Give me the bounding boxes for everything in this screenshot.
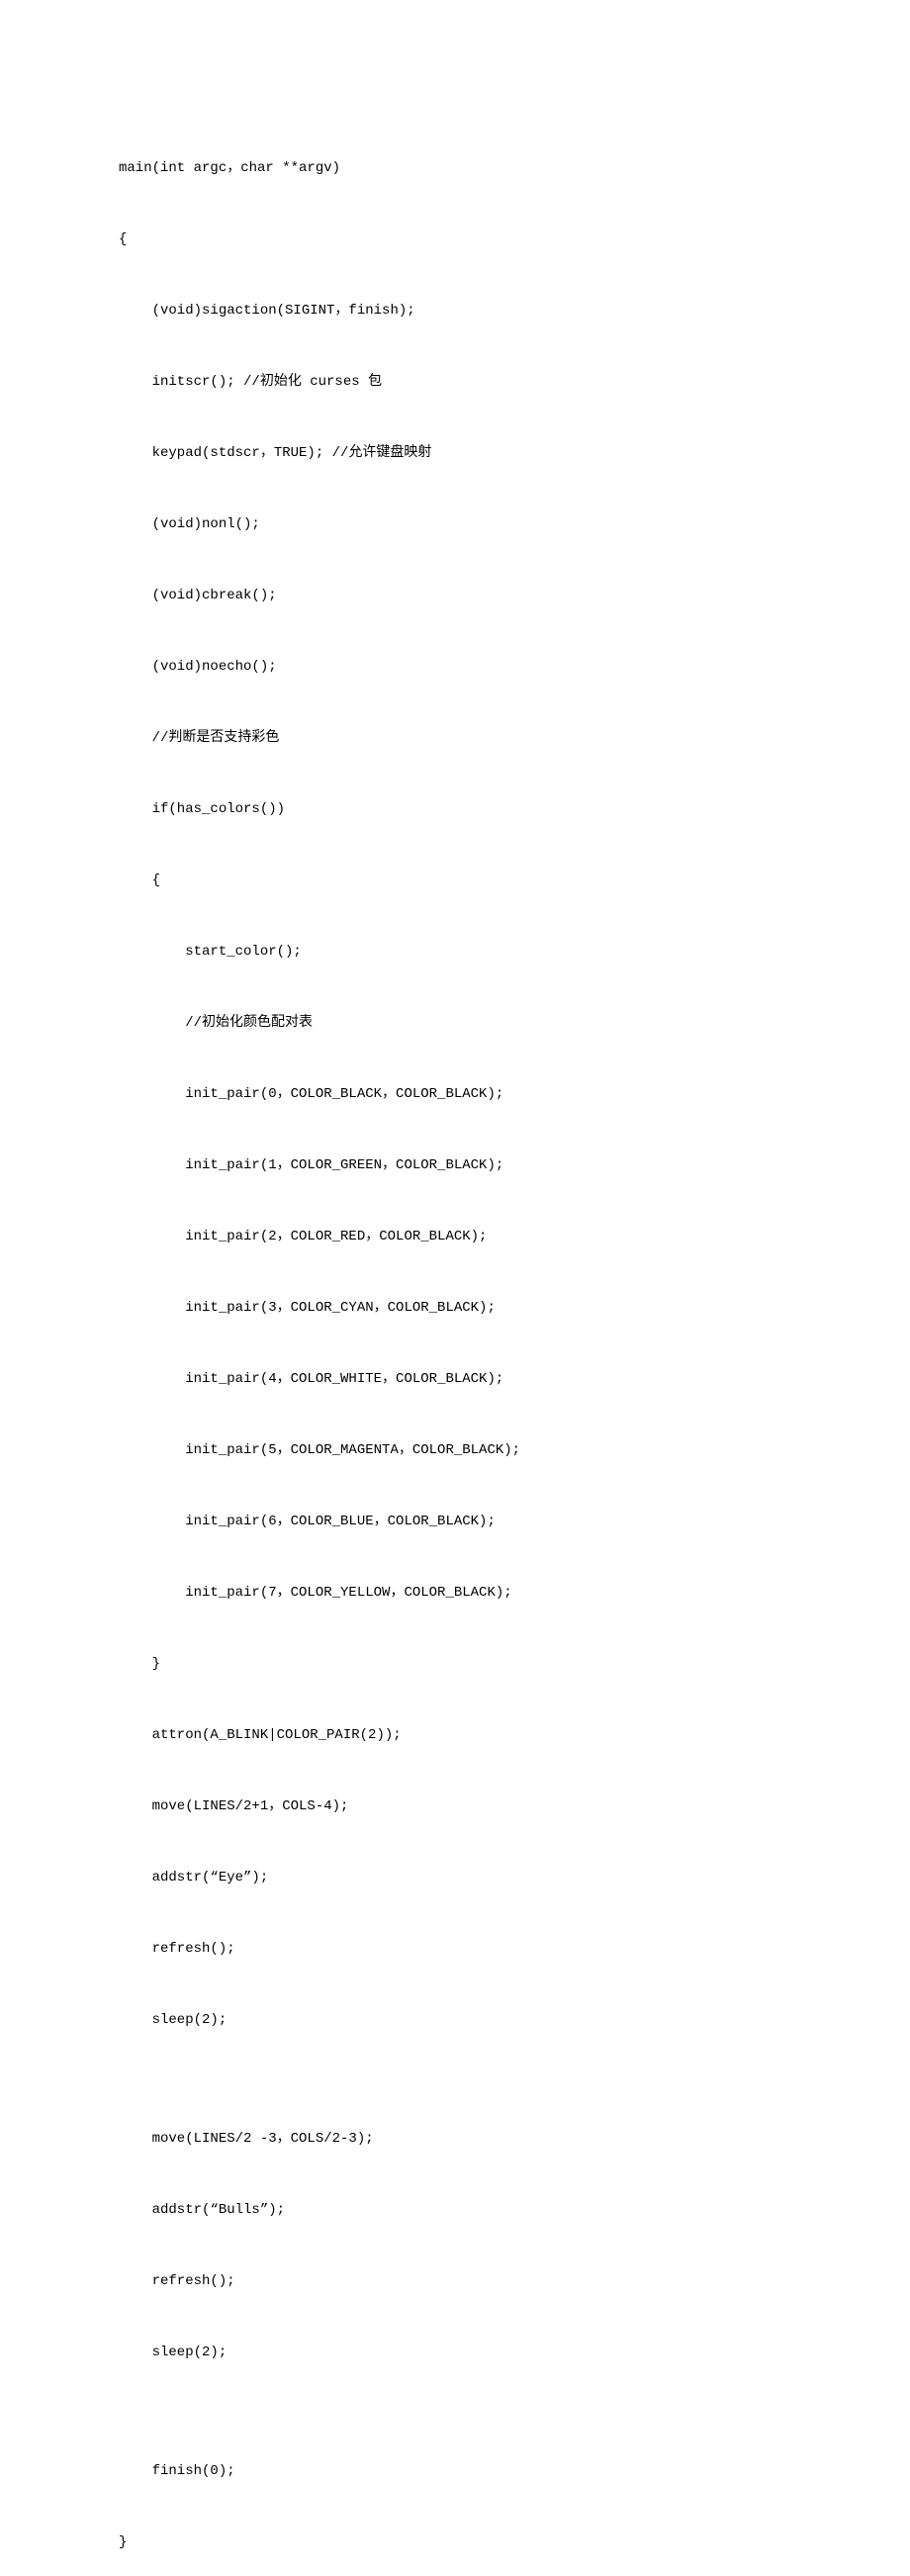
code-line: initscr(); //初始化 curses 包 [119,370,791,394]
code-line: move(LINES/2 -3，COLS/2-3); [119,2127,791,2151]
code-line: //初始化颜色配对表 [119,1011,791,1035]
code-line: sleep(2); [119,2008,791,2032]
code-line: } [119,1652,791,1676]
code-line: sleep(2); [119,2341,791,2364]
code-line: { [119,228,791,251]
code-line: attron(A_BLINK|COLOR_PAIR(2)); [119,1723,791,1747]
code-line: //判断是否支持彩色 [119,726,791,750]
code-line: init_pair(4，COLOR_WHITE，COLOR_BLACK); [119,1367,791,1391]
code-line: init_pair(5，COLOR_MAGENTA，COLOR_BLACK); [119,1438,791,1462]
code-line: } [119,2530,791,2554]
code-line: main(int argc，char **argv) [119,156,791,180]
code-line: init_pair(0，COLOR_BLACK，COLOR_BLACK); [119,1082,791,1106]
code-line: (void)nonl(); [119,512,791,536]
code-line: init_pair(2，COLOR_RED，COLOR_BLACK); [119,1225,791,1248]
code-line: finish(0); [119,2459,791,2483]
code-line: start_color(); [119,940,791,964]
code-line: if(has_colors()) [119,797,791,821]
code-line: init_pair(7，COLOR_YELLOW，COLOR_BLACK); [119,1581,791,1605]
code-line: addstr(“Bulls”); [119,2198,791,2222]
code-line: refresh(); [119,1937,791,1961]
code-line: keypad(stdscr，TRUE); //允许键盘映射 [119,441,791,465]
code-line: (void)cbreak(); [119,584,791,607]
code-line: addstr(“Eye”); [119,1866,791,1889]
code-line: init_pair(3，COLOR_CYAN，COLOR_BLACK); [119,1296,791,1320]
code-line: init_pair(6，COLOR_BLUE，COLOR_BLACK); [119,1510,791,1533]
code-line: { [119,869,791,892]
code-line: (void)sigaction(SIGINT，finish); [119,299,791,322]
document-page: main(int argc，char **argv) { (void)sigac… [0,0,910,2576]
code-listing: main(int argc，char **argv) { (void)sigac… [119,109,791,2576]
code-line: refresh(); [119,2269,791,2293]
code-line: move(LINES/2+1，COLS-4); [119,1794,791,1818]
code-line: (void)noecho(); [119,655,791,679]
code-line: init_pair(1，COLOR_GREEN，COLOR_BLACK); [119,1153,791,1177]
